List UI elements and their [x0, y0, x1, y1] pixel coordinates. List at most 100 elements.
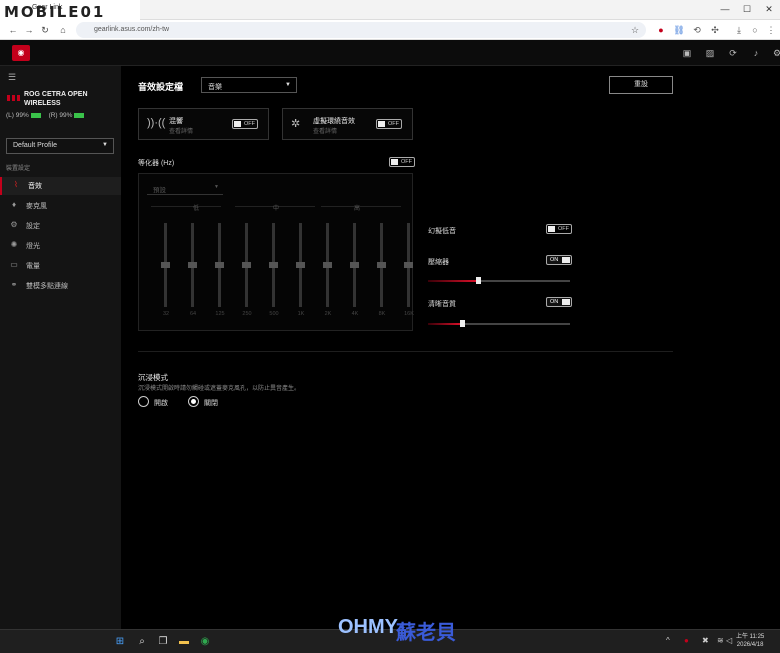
- phantom-bass-label: 幻擬低音: [428, 228, 456, 235]
- eq-slider-thumb[interactable]: [269, 262, 278, 268]
- section-divider: [138, 351, 673, 352]
- clarity-slider[interactable]: [428, 320, 570, 327]
- url-text: gearlink.asus.com/zh-tw: [94, 26, 170, 33]
- minimize-button[interactable]: —: [714, 0, 736, 20]
- address-bar[interactable]: gearlink.asus.com/zh-tw: [76, 22, 646, 38]
- eq-frequency-label: 64: [189, 311, 197, 317]
- sound-profile-dropdown[interactable]: 音樂 ▼: [201, 77, 297, 93]
- eq-slider-thumb[interactable]: [377, 262, 386, 268]
- eq-frequency-label: 4K: [351, 311, 359, 317]
- link-icon[interactable]: ⛓: [672, 23, 686, 37]
- extension-icon[interactable]: ●: [654, 23, 668, 37]
- eq-toggle[interactable]: OFF: [389, 157, 415, 167]
- bell-icon[interactable]: ♪: [749, 46, 763, 60]
- gear-icon: ⚙: [10, 220, 18, 229]
- clarity-toggle[interactable]: ON: [546, 297, 572, 307]
- refresh-icon[interactable]: ⟳: [726, 46, 740, 60]
- toggle-text: ON: [550, 299, 559, 305]
- reverb-toggle[interactable]: OFF: [232, 119, 258, 129]
- eq-slider-thumb[interactable]: [215, 262, 224, 268]
- maximize-button[interactable]: ☐: [736, 0, 758, 20]
- tray-chevron-icon[interactable]: ^: [666, 636, 670, 645]
- eq-slider-thumb[interactable]: [188, 262, 197, 268]
- toggle-text: OFF: [244, 121, 255, 127]
- taskbar: ⊞ ⌕ ❐ ▬ ◉ OHMY 蘇老貝 ^ ● ✖ ≋ ◁ 上午 11:25 20…: [0, 616, 780, 653]
- eq-slider-thumb[interactable]: [161, 262, 170, 268]
- display-icon[interactable]: ▨: [703, 46, 717, 60]
- profile-icon[interactable]: ○: [748, 23, 762, 37]
- eq-frequency-label: 125: [215, 311, 225, 317]
- immersive-off-label: 關閉: [204, 400, 218, 407]
- eq-preset-dropdown[interactable]: 預設 ▼: [147, 181, 223, 195]
- profile-dropdown[interactable]: Default Profile ▼: [6, 138, 114, 154]
- device-name: ROG CETRA OPEN WIRELESS: [24, 91, 88, 107]
- settings-icon[interactable]: ⚙: [770, 46, 780, 60]
- toggle-knob: [548, 226, 555, 232]
- sync-icon[interactable]: ⟲: [690, 23, 704, 37]
- sidebar-item-battery[interactable]: ▭ 電量: [0, 257, 121, 275]
- eq-label: 等化器 (Hz): [138, 160, 175, 167]
- band-low: 低: [192, 206, 199, 212]
- eq-slider-thumb[interactable]: [404, 262, 413, 268]
- battery-status: (L) 99% (R) 99%: [6, 112, 90, 119]
- app-header: ◉ ▣ ▨ ⟳ ♪ ⚙: [0, 40, 780, 66]
- toggle-knob: [562, 299, 570, 305]
- surround-toggle[interactable]: OFF: [376, 119, 402, 129]
- sound-profile-value: 音樂: [208, 84, 222, 91]
- search-icon[interactable]: ⌕: [135, 635, 149, 649]
- compressor-toggle[interactable]: ON: [546, 255, 572, 265]
- close-button[interactable]: ✕: [758, 0, 780, 20]
- app-logo-icon: ◉: [12, 45, 30, 61]
- overlay-logo-text: OHMY: [338, 616, 398, 638]
- section-heading: 裝置設定: [6, 166, 31, 172]
- surround-icon: ✲: [291, 118, 301, 130]
- eq-shortcut-icon[interactable]: ▣: [680, 46, 694, 60]
- reverb-details-link[interactable]: 查看詳情: [169, 126, 193, 135]
- sidebar-item-multipoint[interactable]: ⚭ 雙模多點連線: [0, 277, 121, 295]
- compressor-thumb[interactable]: [475, 277, 481, 284]
- tray-app-icon[interactable]: ●: [684, 636, 689, 645]
- phantom-bass-toggle[interactable]: OFF: [546, 224, 572, 234]
- eq-preset-value: 預設: [153, 187, 166, 194]
- eq-slider-thumb[interactable]: [242, 262, 251, 268]
- sidebar-item-settings[interactable]: ⚙ 設定: [0, 217, 121, 235]
- hamburger-icon[interactable]: ☰: [8, 72, 16, 83]
- eq-slider-thumb[interactable]: [296, 262, 305, 268]
- volume-icon[interactable]: ◁: [726, 636, 732, 645]
- task-view-icon[interactable]: ❐: [156, 635, 170, 649]
- eq-slider-thumb[interactable]: [350, 262, 359, 268]
- sidebar-item-sound[interactable]: ⌇ 音效: [0, 177, 121, 195]
- sidebar-item-microphone[interactable]: ♦ 麥克風: [0, 197, 121, 215]
- reload-icon[interactable]: ↻: [38, 23, 52, 37]
- toggle-text: OFF: [401, 159, 412, 165]
- battery-left-icon: [30, 112, 41, 118]
- chrome-icon[interactable]: ◉: [198, 635, 212, 649]
- sound-profile-label: 音效設定檔: [138, 82, 184, 92]
- clarity-fill: [428, 323, 463, 325]
- file-explorer-icon[interactable]: ▬: [177, 635, 191, 649]
- download-icon[interactable]: ⤓: [732, 23, 746, 37]
- clock[interactable]: 上午 11:25 2026/4/18: [736, 633, 764, 649]
- toggle-text: OFF: [388, 121, 399, 127]
- sidebar-item-label: 音效: [28, 183, 42, 190]
- sidebar-item-light[interactable]: ✺ 燈光: [0, 237, 121, 255]
- tray-app2-icon[interactable]: ✖: [702, 636, 709, 645]
- wifi-icon[interactable]: ≋: [717, 636, 724, 645]
- eq-slider-thumb[interactable]: [323, 262, 332, 268]
- forward-icon[interactable]: →: [22, 23, 36, 37]
- compressor-fill: [428, 280, 478, 282]
- home-icon[interactable]: ⌂: [56, 23, 70, 37]
- immersive-off-radio[interactable]: [188, 396, 199, 407]
- eq-frequency-label: 32: [162, 311, 170, 317]
- compressor-slider[interactable]: [428, 277, 570, 284]
- back-icon[interactable]: ←: [6, 23, 20, 37]
- clarity-thumb[interactable]: [460, 320, 466, 327]
- windows-start-icon[interactable]: ⊞: [113, 635, 127, 649]
- surround-details-link[interactable]: 查看詳情: [313, 126, 337, 135]
- reset-button[interactable]: 重設: [609, 76, 673, 94]
- bookmark-star-icon[interactable]: ☆: [628, 23, 642, 37]
- menu-icon[interactable]: ⋮: [764, 23, 778, 37]
- immersive-on-radio[interactable]: [138, 396, 149, 407]
- puzzle-icon[interactable]: ✣: [708, 23, 722, 37]
- immersive-description: 沉浸模式開啟時請勿觸碰或遮蓋麥克風孔，以防止異音產生。: [138, 386, 301, 392]
